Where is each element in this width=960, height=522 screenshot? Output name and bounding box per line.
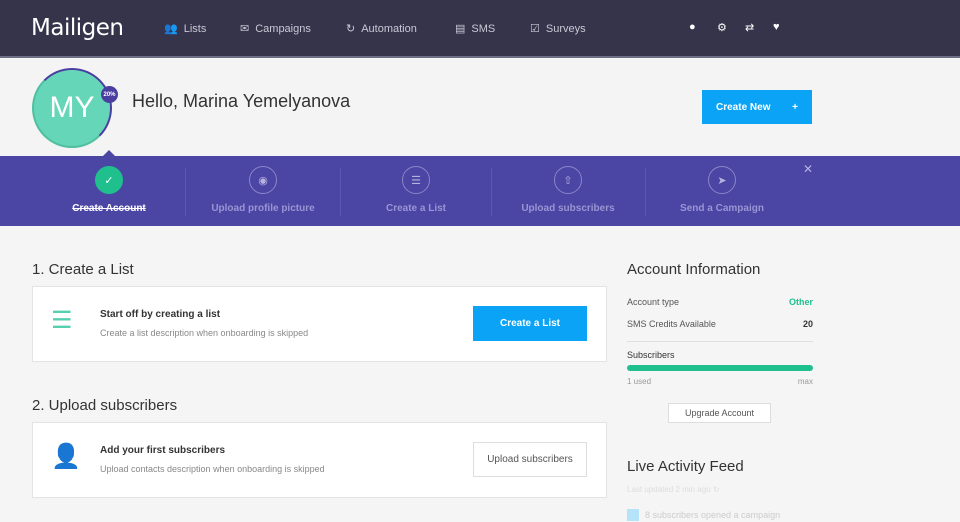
subscribers-progress-fill xyxy=(627,365,813,371)
user-icon[interactable]: ● xyxy=(689,21,696,33)
email-icon xyxy=(627,509,639,521)
nav-campaigns[interactable]: ✉ Campaigns xyxy=(240,22,311,36)
nav-automation[interactable]: ↻ Automation xyxy=(346,22,417,36)
top-nav: Mailigen 👥 Lists ✉ Campaigns ↻ Automation ▤… xyxy=(0,0,960,58)
refresh-icon: ↻ xyxy=(346,23,356,35)
send-icon: ➤ xyxy=(708,166,736,194)
create-list-card: ☰ Start off by creating a list Create a … xyxy=(32,286,607,362)
nav-sms[interactable]: ▤ SMS xyxy=(455,22,495,36)
list-icon: ☰ xyxy=(402,166,430,194)
nav-lists[interactable]: 👥 Lists xyxy=(164,22,206,36)
subscribers-progress xyxy=(627,365,813,371)
step-create-list[interactable]: ☰ Create a List xyxy=(341,156,491,226)
create-list-button[interactable]: Create a List xyxy=(473,306,587,341)
gear-icon[interactable]: ⚙ xyxy=(717,21,727,34)
chat-icon: ▤ xyxy=(455,23,466,35)
logo[interactable]: Mailigen xyxy=(31,15,124,41)
upload-subscribers-card: 👤 Add your first subscribers Upload cont… xyxy=(32,422,607,498)
feed-item: 8 subscribers opened a campaign xyxy=(627,509,780,521)
divider xyxy=(491,168,492,216)
sms-credits-value: 20 xyxy=(802,319,813,329)
close-icon[interactable]: ✕ xyxy=(803,162,813,176)
step-upload-subscribers[interactable]: ⇧ Upload subscribers xyxy=(493,156,643,226)
divider xyxy=(627,341,813,342)
feed-updated: Last updated 2 min ago ↻ xyxy=(627,485,720,494)
greeting: Hello, Marina Yemelyanova xyxy=(132,91,351,111)
divider xyxy=(645,168,646,216)
plus-icon: + xyxy=(792,101,798,113)
onboarding-steps: ✓ Create Account ◉ Upload profile picture … xyxy=(0,156,960,226)
section-title: 1. Create a List xyxy=(32,261,134,278)
upload-subscribers-button[interactable]: Upload subscribers xyxy=(473,442,587,477)
create-new-button[interactable]: Create New + xyxy=(702,90,812,124)
divider xyxy=(185,168,186,216)
users-icon: 👥 xyxy=(164,23,178,35)
step-create-account[interactable]: ✓ Create Account xyxy=(34,156,184,226)
step-upload-picture[interactable]: ◉ Upload profile picture xyxy=(188,156,338,226)
avatar[interactable]: MY xyxy=(32,68,112,148)
nav-surveys[interactable]: ☑ Surveys xyxy=(530,22,586,36)
swap-icon[interactable]: ⇄ xyxy=(745,21,754,34)
step-send-campaign[interactable]: ➤ Send a Campaign xyxy=(647,156,797,226)
heart-icon[interactable]: ♥ xyxy=(773,21,780,33)
account-info: Account type Other SMS Credits Available 2… xyxy=(627,297,813,386)
list-icon: ☰ xyxy=(51,307,73,334)
live-feed-title: Live Activity Feed xyxy=(627,458,744,475)
checkbox-icon: ☑ xyxy=(530,23,540,35)
refresh-icon[interactable]: ↻ xyxy=(713,485,720,494)
upload-icon: ⇧ xyxy=(554,166,582,194)
camera-icon: ◉ xyxy=(249,166,277,194)
check-icon: ✓ xyxy=(95,166,123,194)
profile-header: MY 20% Hello, Marina Yemelyanova Create … xyxy=(0,58,960,156)
section-title: 2. Upload subscribers xyxy=(32,397,178,414)
envelope-icon: ✉ xyxy=(240,23,250,35)
account-info-title: Account Information xyxy=(627,261,761,278)
upgrade-account-button[interactable]: Upgrade Account xyxy=(668,403,771,423)
profile-progress-badge: 20% xyxy=(101,86,118,103)
user-icon: 👤 xyxy=(51,443,81,470)
account-type-value: Other xyxy=(788,297,813,307)
